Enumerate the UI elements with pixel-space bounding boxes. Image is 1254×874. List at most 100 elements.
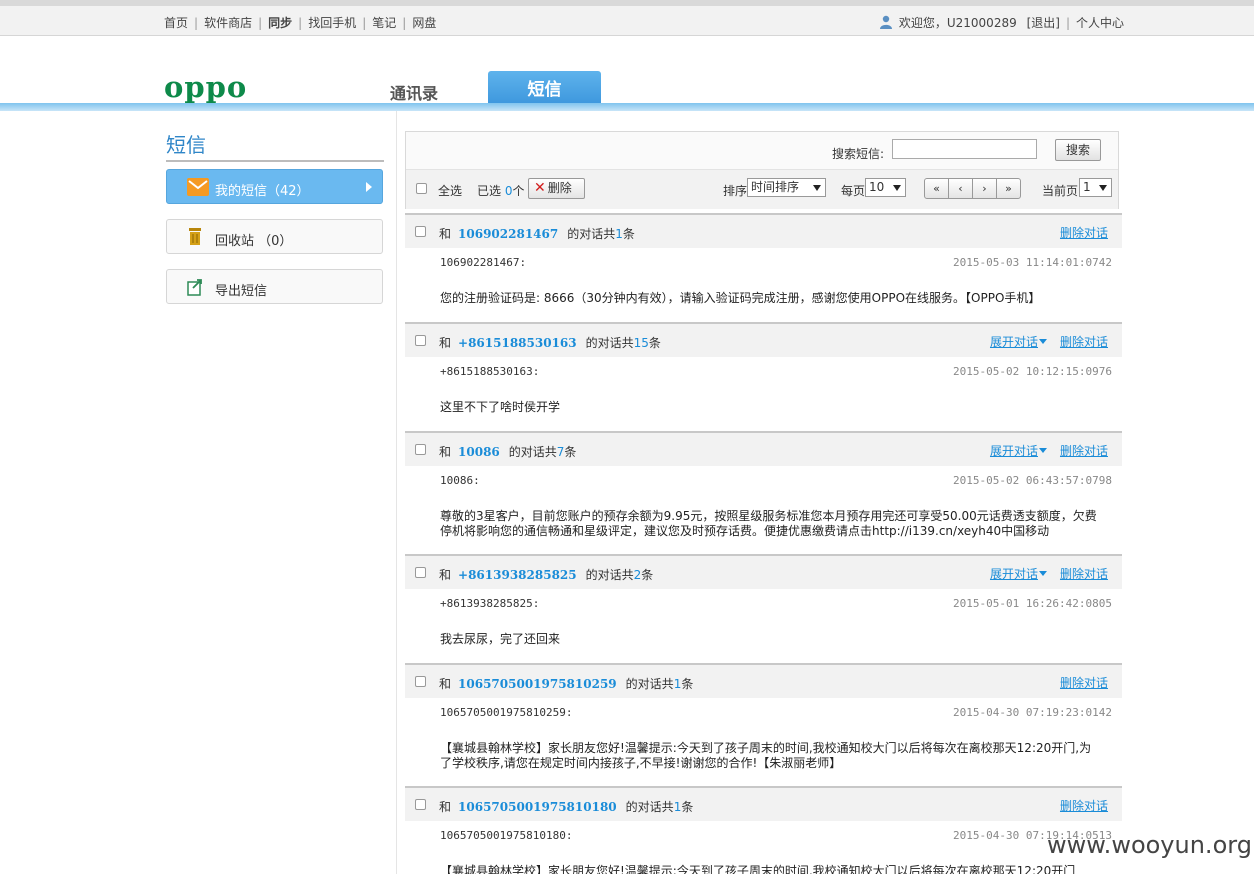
delete-conversation-link[interactable]: 删除对话 [1060,797,1108,814]
conversation-checkbox[interactable] [415,226,426,237]
oppo-logo[interactable]: oppo [164,70,247,104]
expand-conversation-link[interactable]: 展开对话 [990,442,1047,459]
next-page-button[interactable]: › [972,178,997,199]
conversation-number[interactable]: +8615188530163 [458,336,577,350]
logout-link[interactable]: [退出] [1027,16,1060,30]
conversation-item: 和 106902281467 的对话共1条 删除对话 106902281467: 2… [405,213,1122,305]
expand-conversation-link[interactable]: 展开对话 [990,565,1047,582]
conversation-header: 和 106902281467 的对话共1条 删除对话 [405,213,1122,248]
delete-conversation-link[interactable]: 删除对话 [1060,224,1108,241]
delete-conversation-link[interactable]: 删除对话 [1060,674,1108,691]
conversation-item: 和 +8613938285825 的对话共2条 展开对话 删除对话 +8613938… [405,554,1122,646]
conversation-header: 和 1065705001975810259 的对话共1条 删除对话 [405,663,1122,698]
nav-cloud-drive[interactable]: 网盘 [412,16,436,30]
welcome-text: 欢迎您，U21000289 [898,16,1017,30]
conversation-number[interactable]: 10086 [458,445,500,459]
message-toolbar: 全选 已选 0个 ✕ 删除 排序 时间排序 每页 10 « ‹ › » 当前页 1 [406,169,1118,209]
sort-select[interactable]: 时间排序 [747,178,826,197]
user-bar: 欢迎您，U21000289 [退出] | 个人中心 [879,14,1124,31]
conversation-checkbox[interactable] [415,335,426,346]
sidebar-item-label: 导出短信 [215,284,268,299]
select-all-label: 全选 [438,184,463,198]
conversation-number[interactable]: 1065705001975810180 [458,800,617,814]
conversation-header: 和 10086 的对话共7条 展开对话 删除对话 [405,431,1122,466]
tab-contacts[interactable]: 通讯录 [390,80,438,104]
sidebar-item-my-sms[interactable]: 我的短信（42） [166,169,383,204]
sidebar-item-export-sms[interactable]: 导出短信 [166,269,383,304]
message-body: 尊敬的3星客户，目前您账户的预存余额为9.95元，按照星级服务标准您本月预存用完… [440,509,1097,538]
delete-conversation-link[interactable]: 删除对话 [1060,442,1108,459]
select-all-checkbox[interactable] [416,183,427,194]
message-time: 2015-04-30 07:19:23:0142 [953,706,1112,719]
nav-sync[interactable]: 同步 [268,16,292,30]
search-button[interactable]: 搜索 [1055,139,1101,161]
message-body: 我去尿尿，完了还回来 [440,632,561,646]
header: oppo 通讯录 短信 [0,36,1254,111]
chevron-down-icon [1099,185,1107,191]
message-body: 这里不下了啥时侯开学 [440,400,561,414]
content-divider [396,111,397,874]
nav-software-store[interactable]: 软件商店 [204,16,252,30]
conversation-item: 和 +8615188530163 的对话共15条 展开对话 删除对话 +861518… [405,322,1122,414]
pager: « ‹ › » [924,178,1021,199]
nav-home[interactable]: 首页 [164,16,188,30]
tab-sms[interactable]: 短信 [488,71,601,107]
message-body: 您的注册验证码是: 8666（30分钟内有效），请输入验证码完成注册，感谢您使用… [440,291,1041,305]
conversation-checkbox[interactable] [415,567,426,578]
selected-count: 已选 0个 [477,184,525,198]
conversation-item: 和 1065705001975810259 的对话共1条 删除对话 10657050… [405,663,1122,770]
nav-find-phone[interactable]: 找回手机 [308,16,356,30]
delete-conversation-link[interactable]: 删除对话 [1060,565,1108,582]
search-panel: 搜索短信: 搜索 全选 已选 0个 ✕ 删除 排序 时间排序 每页 10 « ‹ … [405,131,1119,209]
message-sender: 106902281467: [440,256,527,269]
caret-down-icon [1039,339,1047,344]
message-body: 【襄城县翰林学校】家长朋友您好!温馨提示:今天到了孩子周末的时间,我校通知校大门… [440,864,1076,874]
first-page-button[interactable]: « [924,178,949,199]
delete-button[interactable]: ✕ 删除 [528,178,585,199]
sort-label: 排序 [723,184,748,198]
sidebar-title: 短信 [166,133,206,157]
arrow-right-icon [366,182,372,192]
close-icon: ✕ [534,180,546,196]
message-body: 【襄城县翰林学校】家长朋友您好!温馨提示:今天到了孩子周末的时间,我校通知校大门… [440,741,1092,770]
message-sender: 10086: [440,474,480,487]
conversation-checkbox[interactable] [415,799,426,810]
message-sender: +8613938285825: [440,597,540,610]
conversation-number[interactable]: 106902281467 [458,227,558,241]
message-sender: +8615188530163: [440,365,540,378]
conversation-item: 和 10086 的对话共7条 展开对话 删除对话 10086: 2015-05-02… [405,431,1122,538]
top-bar: 首页 | 软件商店 | 同步 | 找回手机 | 笔记 | 网盘 欢迎您，U21000289 [退出]… [0,0,1254,36]
message-time: 2015-05-02 10:12:15:0976 [953,365,1112,378]
delete-conversation-link[interactable]: 删除对话 [1060,333,1108,350]
last-page-button[interactable]: » [996,178,1021,199]
expand-conversation-link[interactable]: 展开对话 [990,333,1047,350]
message-time: 2015-05-02 06:43:57:0798 [953,474,1112,487]
prev-page-button[interactable]: ‹ [948,178,973,199]
message-time: 2015-05-01 16:26:42:0805 [953,597,1112,610]
personal-center-link[interactable]: 个人中心 [1076,16,1124,30]
conversation-item: 和 1065705001975810180 的对话共1条 删除对话 10657050… [405,786,1122,874]
sidebar-item-recycle-bin[interactable]: 回收站 （0） [166,219,383,254]
export-icon [187,278,203,299]
nav-notes[interactable]: 笔记 [372,16,396,30]
conversation-checkbox[interactable] [415,676,426,687]
trash-icon [187,228,203,249]
message-sender: 1065705001975810180: [440,829,573,842]
sidebar-item-label: 我的短信（42） [215,184,310,199]
conversation-number[interactable]: +8613938285825 [458,568,577,582]
sidebar-divider [166,160,384,162]
chevron-down-icon [813,185,821,191]
per-page-label: 每页 [841,184,866,198]
user-icon [879,15,893,29]
conversation-checkbox[interactable] [415,444,426,455]
current-page-select[interactable]: 1 [1079,178,1112,197]
conversation-header: 和 1065705001975810180 的对话共1条 删除对话 [405,786,1122,821]
current-page-label: 当前页 [1042,184,1079,198]
conversation-header: 和 +8615188530163 的对话共15条 展开对话 删除对话 [405,322,1122,357]
chevron-down-icon [893,185,901,191]
header-divider [0,103,1254,111]
conversation-number[interactable]: 1065705001975810259 [458,677,617,691]
per-page-select[interactable]: 10 [865,178,906,197]
top-nav: 首页 | 软件商店 | 同步 | 找回手机 | 笔记 | 网盘 [164,16,437,30]
search-input[interactable] [892,139,1037,159]
